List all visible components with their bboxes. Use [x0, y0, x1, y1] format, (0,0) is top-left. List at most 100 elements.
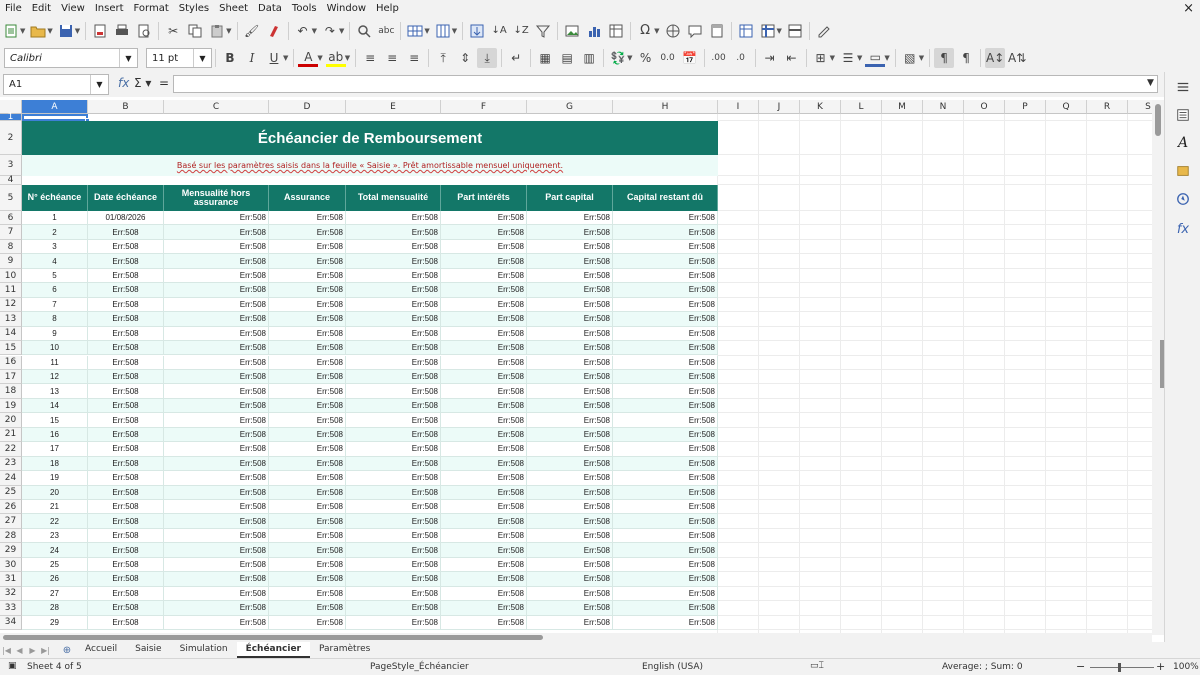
column-title[interactable]: Capital restant dû — [613, 185, 718, 211]
table-cell[interactable]: Err:508 — [346, 398, 441, 414]
tab-simulation[interactable]: Simulation — [171, 642, 237, 658]
table-cell[interactable]: Err:508 — [88, 254, 164, 269]
menu-insert[interactable]: Insert — [90, 3, 129, 14]
vertical-text-icon[interactable]: A⇅ — [1007, 48, 1027, 68]
cell-area[interactable]: Échéancier de Remboursement Basé sur les… — [22, 114, 1152, 633]
date-format-icon[interactable]: 📅 — [680, 48, 700, 68]
pivot-table-icon[interactable] — [606, 21, 626, 41]
table-cell[interactable]: 16 — [22, 427, 88, 443]
table-cell[interactable]: Err:508 — [269, 326, 346, 342]
highlight-color-icon[interactable]: ab — [325, 49, 346, 67]
column-header-r[interactable]: R — [1087, 100, 1128, 114]
number-format-icon[interactable]: 0.0 — [658, 48, 678, 68]
table-cell[interactable]: Err:508 — [527, 312, 613, 327]
table-cell[interactable]: 22 — [22, 514, 88, 529]
column-header-p[interactable]: P — [1005, 100, 1046, 114]
row-header[interactable]: 9 — [0, 254, 22, 269]
merge-cells-icon[interactable]: ▤ — [557, 48, 577, 68]
row-icon[interactable] — [405, 21, 425, 41]
table-cell[interactable]: Err:508 — [88, 326, 164, 342]
border-style-icon[interactable]: ☰ — [838, 48, 858, 68]
row-header[interactable]: 31 — [0, 572, 22, 587]
table-cell[interactable]: Err:508 — [441, 528, 527, 544]
row-header[interactable]: 22 — [0, 442, 22, 457]
table-cell[interactable]: Err:508 — [441, 514, 527, 529]
table-cell[interactable]: 12 — [22, 369, 88, 385]
print-icon[interactable] — [112, 21, 132, 41]
table-cell[interactable]: Err:508 — [441, 442, 527, 457]
column-header-h[interactable]: H — [613, 100, 718, 114]
table-cell[interactable]: Err:508 — [88, 225, 164, 240]
menu-edit[interactable]: Edit — [27, 3, 56, 14]
cut-icon[interactable]: ✂ — [163, 21, 183, 41]
table-cell[interactable]: Err:508 — [88, 413, 164, 428]
hyperlink-icon[interactable] — [663, 21, 683, 41]
table-cell[interactable]: 14 — [22, 398, 88, 414]
export-pdf-icon[interactable] — [90, 21, 110, 41]
sum-icon[interactable]: Σ ▾ — [134, 76, 151, 90]
table-cell[interactable]: Err:508 — [527, 586, 613, 602]
column-header-k[interactable]: K — [800, 100, 841, 114]
table-cell[interactable]: Err:508 — [88, 369, 164, 385]
table-cell[interactable]: Err:508 — [88, 615, 164, 631]
show-draw-functions-icon[interactable] — [814, 21, 834, 41]
table-cell[interactable]: 13 — [22, 384, 88, 399]
table-cell[interactable]: Err:508 — [164, 369, 269, 385]
column-header-m[interactable]: M — [882, 100, 923, 114]
row-header[interactable]: 32 — [0, 586, 22, 602]
table-cell[interactable]: Err:508 — [346, 485, 441, 500]
table-cell[interactable]: Err:508 — [164, 471, 269, 486]
row-header[interactable]: 34 — [0, 615, 22, 631]
copy-icon[interactable] — [185, 21, 205, 41]
table-cell[interactable]: Err:508 — [613, 586, 718, 602]
table-cell[interactable]: Err:508 — [613, 543, 718, 558]
page-style[interactable]: PageStyle_Échéancier — [370, 662, 469, 672]
table-cell[interactable]: Err:508 — [527, 283, 613, 298]
row-header[interactable]: 23 — [0, 456, 22, 472]
table-cell[interactable]: Err:508 — [88, 283, 164, 298]
table-cell[interactable]: Err:508 — [527, 442, 613, 457]
previous-sheet-icon[interactable]: ◀ — [13, 646, 26, 655]
align-top-icon[interactable]: ⤒ — [433, 48, 453, 68]
table-cell[interactable]: 18 — [22, 456, 88, 472]
table-cell[interactable]: 25 — [22, 557, 88, 573]
tab-parametres[interactable]: Paramètres — [310, 642, 379, 658]
table-cell[interactable]: Err:508 — [441, 500, 527, 515]
zoom-slider-thumb[interactable] — [1118, 663, 1121, 672]
table-cell[interactable]: Err:508 — [346, 413, 441, 428]
table-cell[interactable]: Err:508 — [441, 413, 527, 428]
table-cell[interactable]: Err:508 — [164, 268, 269, 284]
table-cell[interactable]: Err:508 — [164, 413, 269, 428]
table-cell[interactable]: Err:508 — [527, 413, 613, 428]
table-cell[interactable]: Err:508 — [527, 557, 613, 573]
find-replace-icon[interactable] — [354, 21, 374, 41]
close-document-button[interactable]: × — [1183, 0, 1194, 17]
row-header[interactable]: 29 — [0, 543, 22, 558]
table-cell[interactable]: Err:508 — [527, 239, 613, 255]
row-header[interactable]: 6 — [0, 211, 22, 226]
table-cell[interactable]: Err:508 — [527, 369, 613, 385]
selection-mode-icon[interactable]: ▭⌶ — [810, 661, 824, 671]
table-cell[interactable]: Err:508 — [269, 268, 346, 284]
table-cell[interactable]: Err:508 — [527, 601, 613, 616]
table-cell[interactable]: Err:508 — [346, 384, 441, 399]
table-cell[interactable]: 15 — [22, 413, 88, 428]
table-cell[interactable]: Err:508 — [441, 268, 527, 284]
table-cell[interactable]: Err:508 — [88, 427, 164, 443]
functions-icon[interactable]: fx — [1174, 220, 1192, 238]
table-cell[interactable]: Err:508 — [164, 485, 269, 500]
table-cell[interactable]: 1 — [22, 211, 88, 226]
table-cell[interactable]: 17 — [22, 442, 88, 457]
horizontal-scroll-thumb[interactable] — [3, 635, 543, 640]
table-cell[interactable]: Err:508 — [88, 239, 164, 255]
freeze-rows-columns-icon[interactable] — [758, 21, 778, 41]
table-cell[interactable]: Err:508 — [164, 528, 269, 544]
table-cell[interactable]: Err:508 — [346, 456, 441, 472]
row-header[interactable]: 14 — [0, 326, 22, 342]
table-cell[interactable]: Err:508 — [527, 485, 613, 500]
table-cell[interactable]: Err:508 — [441, 254, 527, 269]
right-to-left-icon[interactable]: ¶ — [956, 48, 976, 68]
table-cell[interactable]: Err:508 — [527, 225, 613, 240]
last-sheet-icon[interactable]: ▶| — [39, 646, 52, 655]
decrease-indent-icon[interactable]: ⇤ — [782, 48, 802, 68]
